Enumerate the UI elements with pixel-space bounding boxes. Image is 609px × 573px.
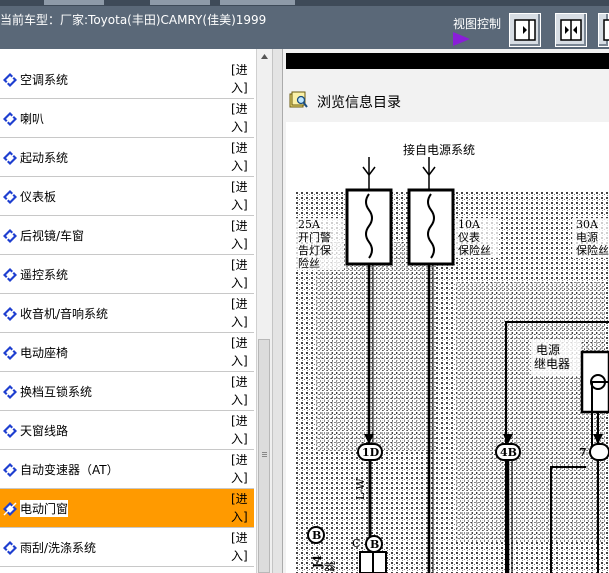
svg-text:继电器: 继电器 [534,357,570,371]
svg-text:B: B [370,538,379,551]
content-top-bar [286,53,609,69]
view-control-arrow-icon [453,32,470,46]
svg-text:1D: 1D [362,446,380,459]
list-item-label: 起动系统 [20,151,69,165]
diamond-bullet-icon [3,541,17,555]
list-item-label: 天窗线路 [20,424,69,438]
view-right-button[interactable] [598,13,609,47]
diamond-bullet-icon [3,151,17,165]
list-item[interactable]: 自动变速器（AT） [进入] [0,450,254,489]
diamond-bullet-icon [3,424,17,438]
svg-text:保险丝: 保险丝 [576,243,609,257]
svg-text:4B: 4B [500,446,517,459]
svg-text:7: 7 [579,446,587,459]
browse-info-header: 浏览信息目录 [286,82,609,120]
list-item[interactable]: 仪表板 [进入] [0,177,254,216]
svg-text:保险丝: 保险丝 [458,243,491,257]
list-item[interactable]: 收音机/音响系统 [进入] [0,294,254,333]
view-control-label: 视图控制 [453,17,502,31]
diamond-bullet-icon [3,73,17,87]
svg-text:L-W: L-W [354,478,367,500]
system-list-panel: [进入] 空调系统[进入]喇叭[进入]起动系统[进入]仪表板[进入]后视镜/车窗… [0,49,256,573]
panel-right-icon [603,19,609,41]
list-item[interactable]: 电动门窗 [进入] [0,489,254,528]
view-split-button[interactable] [555,13,587,47]
list-item[interactable]: 天窗线路 [进入] [0,411,254,450]
header-tab-edge [150,0,210,5]
enter-link[interactable]: [进入] [231,217,251,253]
diamond-bullet-icon [3,112,17,126]
list-item-label: 遥控系统 [20,268,69,282]
list-item-label: 自动变速器（AT） [20,463,119,477]
enter-link[interactable]: [进入] [231,529,251,565]
list-item-label: 空调系统 [20,73,69,87]
top-header: 当前车型：厂家:Toyota(丰田)CAMRY(佳美)1999 视图控制 [0,0,609,49]
diamond-bullet-icon [3,190,17,204]
panel-left-icon [514,19,536,41]
svg-text:电源: 电源 [576,230,598,244]
book-search-icon [289,91,308,108]
view-left-button[interactable] [509,13,541,47]
list-item[interactable]: 喇叭 [进入] [0,99,254,138]
enter-link[interactable]: [进入] [231,139,251,175]
enter-link[interactable]: [进入] [231,451,251,487]
list-item[interactable]: 后视镜/车窗 [进入] [0,216,254,255]
diamond-bullet-icon [3,463,17,477]
list-scrollbar[interactable] [256,49,272,573]
svg-text:C: C [352,537,360,550]
diamond-bullet-icon [3,268,17,282]
panel-split-icon [560,19,582,41]
diagram-source-label: 接自电源系统 [403,142,475,157]
list-item-label: 换档互锁系统 [20,385,93,399]
enter-link[interactable]: [进入] [231,295,251,331]
diamond-bullet-icon [3,346,17,360]
list-item-label: 后视镜/车窗 [20,229,85,243]
list-item[interactable]: 换档互锁系统 [进入] [0,372,254,411]
list-item-label: 喇叭 [20,112,45,126]
diamond-bullet-icon [3,502,17,516]
scroll-up-arrow-icon[interactable] [257,49,272,65]
svg-text:25A: 25A [298,218,321,231]
header-tab-edge [44,0,104,5]
enter-link[interactable]: [进入] [231,178,251,214]
svg-text:10A: 10A [458,218,481,231]
svg-text:J4: J4 [311,555,324,569]
svg-text:仪表: 仪表 [458,230,480,244]
list-item[interactable]: 起动系统 [进入] [0,138,254,177]
svg-text:跳: 跳 [323,561,337,572]
browse-info-title: 浏览信息目录 [317,95,401,111]
panel-splitter[interactable] [272,49,283,573]
list-item[interactable]: 遥控系统 [进入] [0,255,254,294]
svg-text:险丝: 险丝 [298,256,320,270]
svg-text:告灯保: 告灯保 [298,243,331,257]
enter-link[interactable]: [进入] [231,256,251,292]
list-item-label: 收音机/音响系统 [20,307,109,321]
header-tab-edge [220,0,295,5]
enter-link[interactable]: [进入] [231,412,251,448]
enter-link[interactable]: [进入] [231,100,251,136]
scrollbar-thumb[interactable] [258,339,270,573]
content-panel: 浏览信息目录 接自电源系统 25A 开门警 告灯保 险丝 10A 仪表 保险丝 … [283,49,609,573]
enter-link[interactable]: [进入] [231,490,251,526]
svg-text:开门警: 开门警 [298,230,331,244]
wiring-diagram: 接自电源系统 25A 开门警 告灯保 险丝 10A 仪表 保险丝 30A 电源 [286,122,609,573]
diamond-bullet-icon [3,307,17,321]
list-item-label: 雨刮/洗涤系统 [20,541,97,555]
list-item[interactable]: 雨刮/洗涤系统 [进入] [0,528,254,567]
svg-text:B: B [312,529,321,542]
list-item-label: 电动门窗 [20,500,69,517]
list-item[interactable]: 空调系统 [进入] [0,60,254,99]
list-item[interactable]: 电动座椅 [进入] [0,333,254,372]
current-car-model-label: 当前车型：厂家:Toyota(丰田)CAMRY(佳美)1999 [0,13,267,27]
diamond-bullet-icon [3,385,17,399]
svg-text:电源: 电源 [536,343,560,357]
enter-link[interactable]: [进入] [231,334,251,370]
diamond-bullet-icon [3,229,17,243]
list-item-label: 电动座椅 [20,346,69,360]
svg-text:30A: 30A [576,218,599,231]
enter-link[interactable]: [进入] [231,61,251,97]
list-item-label: 仪表板 [20,190,57,204]
enter-link[interactable]: [进入] [231,373,251,409]
